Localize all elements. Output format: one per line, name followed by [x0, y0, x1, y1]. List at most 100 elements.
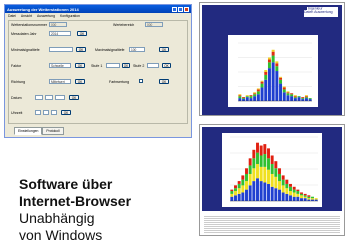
color-ok-button[interactable]: OK	[159, 79, 169, 84]
bar-segment	[234, 195, 237, 201]
color-label: Farbwertung	[109, 80, 130, 84]
close-icon[interactable]	[184, 6, 189, 12]
tab-protocol[interactable]: Protokoll	[42, 127, 64, 135]
direction-select[interactable]: Mittelwert	[49, 79, 71, 84]
title-bar[interactable]: Auswertung der Wetterstationen 2014	[5, 5, 191, 13]
bar-segment	[234, 191, 237, 196]
caption-line-2: Internet-Browser	[19, 193, 132, 209]
menu-auswertung[interactable]: Auswertung	[37, 14, 55, 18]
bar-segment	[282, 92, 286, 101]
bar-segment	[264, 79, 268, 101]
bar-segment	[285, 183, 289, 189]
station-label: Wetterstationsnummer	[11, 23, 48, 27]
time-minute-input[interactable]	[43, 110, 49, 115]
max-input[interactable]: 100	[129, 47, 145, 52]
logo-text-2: Daten Auswertung	[304, 9, 333, 14]
step2-input[interactable]	[147, 63, 159, 68]
tab-settings[interactable]: Einstellungen	[14, 127, 43, 135]
time-hour-input[interactable]	[35, 110, 41, 115]
stacked-bar-chart-2	[230, 136, 318, 202]
color-checkbox[interactable]	[139, 79, 143, 83]
bar-segment	[289, 191, 292, 196]
bar-segment	[260, 83, 264, 88]
bar-segment	[267, 158, 270, 170]
bar-segment	[290, 94, 294, 97]
bar-segment	[296, 189, 300, 192]
bar-segment	[253, 93, 257, 95]
bar-segment	[252, 158, 256, 169]
bar-segment	[234, 188, 237, 192]
chart-panel-1	[228, 35, 318, 107]
bar-segment	[293, 97, 297, 99]
direction-ok-button[interactable]: OK	[75, 79, 85, 84]
max-ok-button[interactable]: OK	[159, 47, 169, 52]
bar-segment	[281, 179, 285, 186]
bar-segment	[270, 155, 274, 165]
year-input[interactable]: 2014	[49, 31, 71, 36]
step1-ok-button[interactable]: OK	[122, 63, 130, 68]
factor-select[interactable]: Schwelle	[49, 63, 71, 68]
bar-segment	[260, 81, 264, 84]
time-ok-button[interactable]: OK	[61, 110, 71, 115]
bar-segment	[256, 88, 260, 90]
bar-segment	[292, 196, 296, 201]
bar-segment	[296, 196, 300, 201]
min-input[interactable]	[49, 47, 73, 52]
menu-bar: Datei Ansicht Auswertung Konfiguration	[5, 13, 191, 18]
bar-segment	[248, 185, 252, 201]
bar-segment	[290, 93, 294, 95]
bar-segment	[256, 94, 260, 101]
date-day-input[interactable]	[35, 95, 43, 100]
bar-segment	[300, 198, 303, 201]
bar-segment	[289, 186, 292, 192]
bar-segment	[281, 185, 285, 193]
date-year-input[interactable]	[55, 95, 65, 100]
bar-segment	[300, 195, 303, 199]
step2-ok-button[interactable]: OK	[162, 63, 171, 68]
menu-konfiguration[interactable]: Konfiguration	[60, 14, 80, 18]
bar-segment	[267, 59, 271, 63]
year-ok-button[interactable]: OK	[77, 31, 87, 36]
bar-segment	[307, 195, 311, 197]
maximize-icon[interactable]	[178, 6, 183, 12]
bar-segment	[237, 183, 241, 189]
bar-segment	[252, 181, 256, 201]
min-ok-button[interactable]: OK	[76, 47, 86, 52]
bar-segment	[256, 89, 260, 92]
bar-segment	[301, 97, 305, 99]
browser-screenshot-1: Ingenieur Daten Auswertung	[199, 2, 345, 116]
bar-segment	[256, 178, 259, 201]
app-window: Auswertung der Wetterstationen 2014 Date…	[4, 4, 192, 138]
bar-segment	[304, 95, 308, 97]
bar-segment	[249, 96, 253, 99]
bar-segment	[241, 192, 245, 201]
menu-ansicht[interactable]: Ansicht	[21, 14, 32, 18]
tab-bar: Einstellungen Protokoll	[14, 127, 64, 135]
minimize-icon[interactable]	[172, 6, 177, 12]
date-ok-button[interactable]: OK	[69, 95, 79, 100]
bar-segment	[234, 185, 237, 189]
bar-segment	[281, 192, 285, 201]
bar-segment	[271, 49, 275, 52]
date-month-input[interactable]	[45, 95, 53, 100]
step1-input[interactable]	[106, 63, 120, 68]
bar-segment	[275, 71, 279, 101]
bar-segment	[245, 95, 249, 97]
time-label: Uhrzeit	[11, 111, 23, 115]
caption-line-1: Software über	[19, 176, 113, 192]
factor-ok-button[interactable]: OK	[75, 63, 85, 68]
bar-segment	[285, 188, 289, 194]
bar-segment	[301, 98, 305, 100]
time-second-input[interactable]	[51, 110, 57, 115]
bar-segment	[271, 62, 275, 101]
bar-segment	[238, 96, 242, 99]
bar-segment	[238, 94, 242, 96]
menu-datei[interactable]: Datei	[8, 14, 16, 18]
bar-segment	[293, 98, 297, 101]
bar-segment	[292, 186, 296, 190]
bar-segment	[296, 191, 300, 194]
bar-segment	[245, 173, 248, 182]
bar-segment	[278, 173, 281, 182]
bar-segment	[297, 97, 301, 101]
bar-segment	[279, 83, 283, 101]
